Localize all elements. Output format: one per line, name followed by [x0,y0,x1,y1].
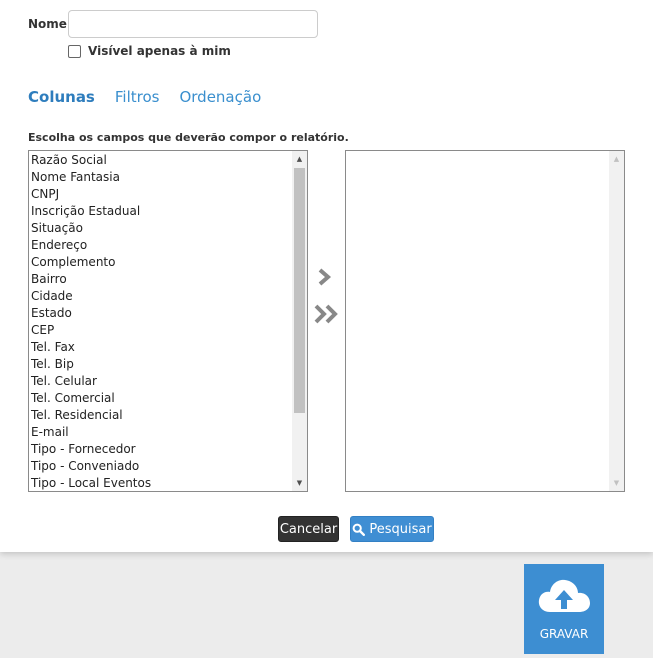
available-fields-list[interactable]: Razão Social Nome Fantasia CNPJ Inscrição E… [28,150,308,492]
available-field-item[interactable]: Endereço [29,237,291,254]
save-button[interactable]: GRAVAR [524,564,604,654]
visible-only-me-checkbox[interactable] [68,44,81,58]
available-field-item[interactable]: E-mail [29,424,291,441]
tab-filtros[interactable]: Filtros [115,88,160,106]
available-field-item[interactable]: Cidade [29,288,291,305]
available-field-item[interactable]: CNPJ [29,186,291,203]
available-field-item[interactable]: Tipo - Fornecedor [29,441,291,458]
selected-fields-items [346,151,608,491]
available-field-item[interactable]: Complemento [29,254,291,271]
scroll-down-arrow-icon[interactable]: ▼ [609,475,624,491]
scroll-thumb[interactable] [294,168,305,413]
visible-only-me-row[interactable]: Visível apenas à mim [68,44,231,58]
search-button-label: Pesquisar [369,521,432,537]
tab-bar: Colunas Filtros Ordenação [28,88,281,106]
scroll-up-arrow-icon[interactable]: ▲ [609,151,624,167]
available-field-item[interactable]: Estado [29,305,291,322]
scroll-up-arrow-icon[interactable]: ▲ [292,151,307,167]
cancel-button-label: Cancelar [279,521,338,537]
available-field-item[interactable]: CEP [29,322,291,339]
available-field-item[interactable]: Bairro [29,271,291,288]
chevron-right-icon [318,268,332,286]
available-field-item[interactable]: Tel. Residencial [29,407,291,424]
visible-only-me-label[interactable]: Visível apenas à mim [88,44,231,58]
save-label: GRAVAR [539,627,589,641]
available-field-item[interactable]: Tel. Bip [29,356,291,373]
name-label: Nome [28,17,67,31]
search-button[interactable]: Pesquisar [350,516,434,542]
available-field-item[interactable]: Tel. Comercial [29,390,291,407]
move-selected-right-button[interactable] [313,267,335,291]
move-all-right-button[interactable] [313,303,341,329]
cloud-upload-icon [537,578,591,618]
available-field-item[interactable]: Tel. Celular [29,373,291,390]
selected-fields-scrollbar[interactable]: ▲ ▼ [609,151,624,491]
scroll-down-arrow-icon[interactable]: ▼ [292,475,307,491]
available-field-item[interactable]: Tipo - Conveniado [29,458,291,475]
tab-ordenacao[interactable]: Ordenação [179,88,261,106]
report-form-panel: Nome Visível apenas à mim Colunas Filtro… [0,0,653,552]
search-icon [352,523,366,536]
available-field-item[interactable]: Tel. Fax [29,339,291,356]
double-chevron-right-icon [314,304,338,324]
selected-fields-list[interactable]: ▲ ▼ [345,150,625,492]
available-field-item[interactable]: Inscrição Estadual [29,203,291,220]
available-fields-items: Razão Social Nome Fantasia CNPJ Inscrição E… [29,151,291,491]
cancel-button[interactable]: Cancelar [278,516,339,542]
available-field-item[interactable]: Razão Social [29,152,291,169]
tab-colunas[interactable]: Colunas [28,88,95,106]
columns-instructions: Escolha os campos que deverão compor o r… [28,131,349,144]
available-field-item[interactable]: Situação [29,220,291,237]
available-field-item[interactable]: Nome Fantasia [29,169,291,186]
available-fields-scrollbar[interactable]: ▲ ▼ [292,151,307,491]
available-field-item[interactable]: Tipo - Local Eventos [29,475,291,491]
name-input[interactable] [68,10,318,38]
